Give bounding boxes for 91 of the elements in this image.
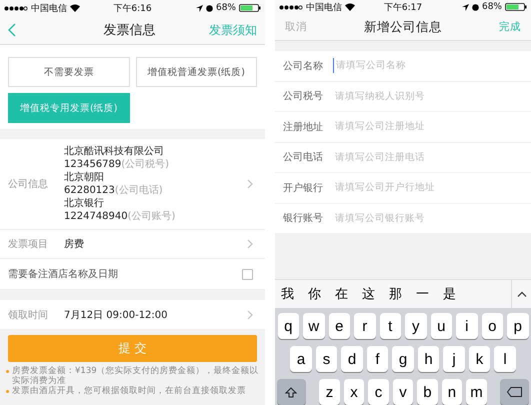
keyboard-key[interactable]: b: [417, 379, 438, 405]
candidate-word[interactable]: 在: [335, 285, 362, 303]
company-detail: 北京朝阳: [64, 172, 104, 183]
keyboard-key[interactable]: m: [466, 379, 487, 405]
keyboard-key[interactable]: g: [392, 346, 414, 372]
keyboard-key[interactable]: w: [303, 313, 324, 339]
keyboard-key[interactable]: u: [430, 313, 452, 339]
field-label: 公司信息: [8, 178, 49, 191]
company-detail: 北京银行: [64, 198, 104, 209]
carrier-name: 中国电信: [306, 2, 342, 14]
candidate-word[interactable]: 你: [308, 285, 335, 303]
keyboard-key[interactable]: d: [341, 346, 363, 372]
company-detail: 北京酷讯科技有限公司: [64, 146, 164, 157]
chevron-right-icon: [247, 239, 253, 249]
candidate-word[interactable]: 这: [362, 285, 389, 303]
bullet-icon: [6, 390, 9, 393]
field-label: 注册地址: [283, 120, 324, 134]
keyboard-key[interactable]: x: [344, 379, 364, 405]
chevron-right-icon: [247, 179, 253, 189]
field-label: 领取时间: [8, 308, 49, 322]
candidate-word[interactable]: 我: [281, 285, 308, 303]
keyboard-key[interactable]: s: [316, 346, 338, 372]
battery-percent: 68%: [216, 3, 236, 13]
keyboard-key[interactable]: a: [290, 346, 312, 372]
field-label: 开户银行: [283, 182, 324, 195]
chevron-right-icon: [247, 310, 253, 320]
keyboard-key[interactable]: z: [319, 379, 340, 405]
keyboard-key[interactable]: y: [405, 313, 426, 339]
battery-icon: [505, 3, 527, 12]
keyboard-key[interactable]: j: [443, 346, 465, 372]
page-title: 发票信息: [102, 22, 156, 39]
status-time: 下午6:17: [384, 2, 422, 14]
detail-note: (公司税号): [121, 159, 170, 170]
field-value: 房费: [64, 238, 85, 251]
carrier-name: 中国电信: [31, 2, 67, 14]
input-field[interactable]: 请填写公司银行账号: [333, 210, 523, 226]
location-icon: [196, 4, 203, 12]
field-label: 发票项目: [8, 238, 49, 251]
input-field[interactable]: 请填写公司名称: [333, 58, 523, 74]
field-label: 公司名称: [283, 60, 324, 73]
status-time: 下午6:16: [113, 2, 152, 14]
input-field[interactable]: 请填写纳税人识别号: [333, 88, 523, 104]
delete-icon: [507, 387, 522, 397]
bullet-icon: [6, 370, 9, 373]
keyboard-key[interactable]: e: [328, 313, 350, 339]
keyboard-key[interactable]: q: [278, 313, 299, 339]
field-label: 银行账号: [283, 212, 324, 226]
keyboard-key[interactable]: k: [468, 346, 490, 372]
detail-note: (公司电话): [114, 185, 163, 196]
wifi-icon: [345, 3, 355, 12]
shift-icon: [285, 386, 298, 398]
keyboard-key[interactable]: f: [366, 346, 388, 372]
note-text: 发票由酒店开具，您可根据领取时间，在前台直接领取发票: [12, 386, 246, 396]
company-detail: 123456789: [64, 159, 122, 170]
delete-key[interactable]: [500, 379, 529, 405]
checkbox-label: 需要备注酒店名称及日期: [8, 268, 119, 281]
company-detail: 1224748940: [64, 211, 128, 222]
field-value: 7月12日 09:00-12:00: [64, 308, 169, 322]
field-label: 公司税号: [283, 90, 324, 104]
keyboard-key[interactable]: t: [380, 313, 401, 339]
keyboard-key[interactable]: p: [507, 313, 528, 339]
battery-icon: [239, 4, 261, 12]
input-field[interactable]: 请填写公司开户行地址: [333, 180, 523, 196]
candidate-word[interactable]: 一: [416, 285, 443, 303]
detail-note: (公司账号): [128, 211, 176, 222]
keyboard-key[interactable]: o: [482, 313, 503, 339]
candidate-word[interactable]: 那: [389, 285, 416, 303]
caret-up-icon[interactable]: [516, 291, 526, 297]
keyboard-key[interactable]: i: [456, 313, 478, 339]
keyboard-key[interactable]: c: [368, 379, 389, 405]
signal-icon: [4, 6, 28, 10]
note-text: 房费发票金额：¥139（您实际支付的房费金额），最终金额以实际消费为准: [12, 366, 259, 386]
signal-icon: [279, 4, 303, 10]
page-title: 新增公司信息: [363, 18, 443, 36]
keyboard-key[interactable]: l: [494, 346, 516, 372]
location-icon: [462, 4, 469, 11]
field-label: 公司电话: [283, 150, 324, 164]
shift-key[interactable]: [277, 379, 306, 405]
keyboard-key[interactable]: r: [354, 313, 376, 339]
company-detail: 62280123: [64, 185, 115, 196]
wifi-icon: [70, 4, 80, 12]
invoice-type-option[interactable]: 不需要发票: [8, 57, 130, 87]
input-field[interactable]: 请填写公司注册电话: [333, 150, 523, 165]
battery-percent: 68%: [482, 2, 502, 12]
checkbox[interactable]: [242, 268, 253, 280]
candidate-word[interactable]: 是: [443, 285, 470, 303]
keyboard-key[interactable]: n: [442, 379, 462, 405]
keyboard-key[interactable]: v: [392, 379, 414, 405]
invoice-type-option[interactable]: 增值税普通发票(纸质): [136, 57, 257, 87]
keyboard-key[interactable]: h: [418, 346, 440, 372]
input-field[interactable]: 请填写公司注册地址: [333, 119, 523, 134]
